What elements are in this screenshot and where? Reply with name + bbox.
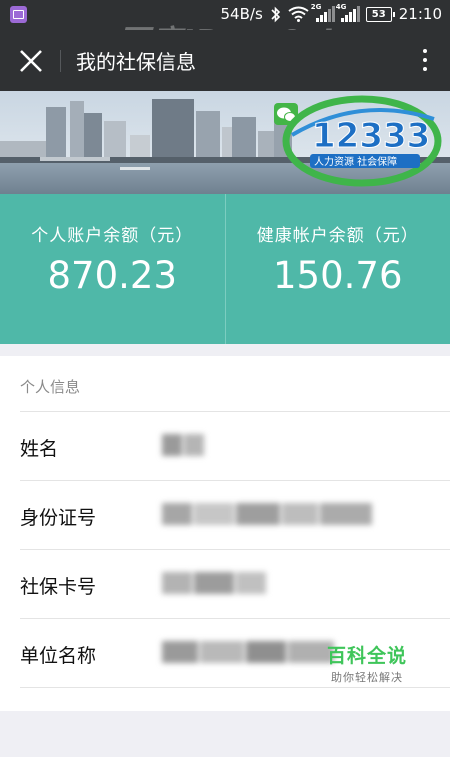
wifi-icon	[288, 6, 309, 22]
baike-quanshuo-logo: 百科全说 助你轻松解决	[327, 641, 407, 685]
info-row-name: 姓名	[20, 411, 450, 481]
svg-text:12333: 12333	[312, 116, 430, 156]
health-account-balance[interactable]: 健康帐户余额（元） 150.76	[225, 194, 450, 344]
employer-label: 单位名称	[20, 641, 96, 668]
health-balance-label: 健康帐户余额（元）	[226, 221, 450, 246]
bluetooth-icon	[270, 6, 281, 23]
personal-balance-value: 870.23	[0, 254, 225, 297]
title-bar: 我的社保信息	[0, 30, 450, 91]
clock: 21:10	[399, 5, 442, 23]
close-icon[interactable]	[18, 48, 44, 74]
title-divider	[60, 50, 61, 72]
banner-image: 12333 人力资源 社会保障	[0, 91, 450, 194]
name-label: 姓名	[20, 434, 58, 461]
info-row-divider	[20, 687, 450, 757]
info-row-id-number: 身份证号	[20, 480, 450, 550]
brand-slogan: 助你轻松解决	[327, 669, 407, 685]
status-icons: 54B/s 2G 4G 53 21:10	[221, 5, 442, 23]
card-number-value-redacted	[162, 572, 270, 594]
network-speed: 54B/s	[221, 5, 263, 23]
health-balance-value: 150.76	[226, 254, 450, 297]
section-heading: 个人信息	[20, 376, 80, 397]
id-number-value-redacted	[162, 503, 380, 525]
more-options-icon[interactable]	[422, 49, 428, 75]
personal-balance-label: 个人账户余额（元）	[0, 221, 225, 246]
personal-account-balance[interactable]: 个人账户余额（元） 870.23	[0, 194, 225, 344]
signal-2g-icon: 2G	[316, 6, 334, 22]
svg-text:人力资源 社会保障: 人力资源 社会保障	[314, 155, 397, 168]
card-number-label: 社保卡号	[20, 572, 96, 599]
city-skyline-illustration: 12333 人力资源 社会保障	[0, 91, 450, 194]
brand-name: 百科全说	[327, 641, 407, 668]
battery-icon: 53	[366, 7, 392, 22]
balance-panel: 个人账户余额（元） 870.23 健康帐户余额（元） 150.76	[0, 194, 450, 344]
name-value-redacted	[162, 434, 208, 456]
info-row-card-number: 社保卡号	[20, 549, 450, 619]
status-bar: 54B/s 2G 4G 53 21:10	[0, 0, 450, 30]
id-number-label: 身份证号	[20, 503, 96, 530]
employer-value-redacted	[162, 641, 338, 663]
gallery-notification-icon	[10, 6, 27, 23]
signal-4g-icon: 4G	[341, 6, 359, 22]
page-title: 我的社保信息	[76, 46, 196, 75]
